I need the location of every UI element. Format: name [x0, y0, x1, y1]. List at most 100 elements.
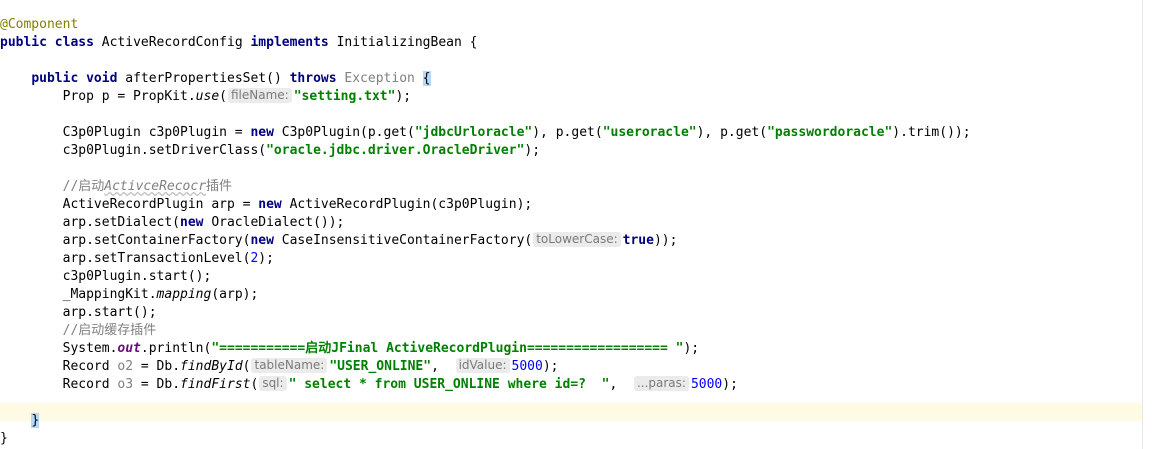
- code-line[interactable]: c3p0Plugin.setDriverClass("oracle.jdbc.d…: [0, 142, 971, 160]
- number-literal: 5000: [690, 377, 723, 392]
- unused-variable: o2: [117, 359, 134, 374]
- code-text: Record: [0, 359, 118, 374]
- code-text: );: [395, 89, 412, 104]
- static-method: mapping: [156, 287, 212, 302]
- code-text: = Db.: [133, 377, 181, 392]
- code-text: ,: [609, 377, 633, 392]
- code-line-blank[interactable]: [0, 160, 971, 178]
- code-line[interactable]: //启动ActivceRecocr插件: [0, 178, 971, 196]
- code-text: (: [219, 89, 227, 104]
- code-line[interactable]: ActiveRecordPlugin arp = new ActiveRecor…: [0, 196, 971, 214]
- string-literal: "===========: [211, 341, 306, 356]
- code-text: c3p0Plugin.start();: [0, 269, 212, 284]
- method-signature: afterPropertiesSet(): [117, 71, 290, 86]
- string-literal: " select * from USER_ONLINE where id=? ": [288, 377, 610, 392]
- parameter-hint: sql:: [259, 376, 287, 391]
- code-line[interactable]: public void afterPropertiesSet() throws …: [0, 70, 971, 88]
- keyword: new: [180, 215, 204, 230]
- right-margin-guide: [1142, 0, 1143, 449]
- code-line[interactable]: System.out.println("===========启动JFinal …: [0, 340, 971, 358]
- code-area[interactable]: @Component public class ActiveRecordConf…: [0, 16, 971, 448]
- code-line[interactable]: arp.setDialect(new OracleDialect());: [0, 214, 971, 232]
- matched-brace: }: [31, 413, 40, 428]
- code-text: );: [683, 341, 700, 356]
- code-text: arp.setContainerFactory(: [0, 233, 251, 248]
- code-line[interactable]: Record o3 = Db.findFirst(sql: " select * …: [0, 376, 971, 394]
- parameter-hint: fileName:: [227, 88, 292, 103]
- code-line[interactable]: C3p0Plugin c3p0Plugin = new C3p0Plugin(p…: [0, 124, 971, 142]
- code-text: }: [0, 431, 8, 446]
- keyword: class: [54, 35, 94, 50]
- keyword: public: [0, 35, 47, 50]
- code-line[interactable]: c3p0Plugin.start();: [0, 268, 971, 286]
- code-line[interactable]: _MappingKit.mapping(arp);: [0, 286, 971, 304]
- code-line[interactable]: }: [0, 430, 971, 448]
- matched-brace: {: [422, 71, 431, 86]
- code-text: OracleDialect());: [203, 215, 345, 230]
- code-text: ).trim());: [892, 125, 971, 140]
- string-literal: "jdbcUrloracle": [414, 125, 533, 140]
- code-line[interactable]: Prop p = PropKit.use(fileName: "setting.t…: [0, 88, 971, 106]
- keyword: new: [258, 197, 282, 212]
- number-literal: 5000: [511, 359, 543, 374]
- keyword: public: [31, 71, 79, 86]
- code-text: );: [258, 251, 274, 266]
- code-text: );: [542, 359, 559, 374]
- code-line-blank[interactable]: [0, 394, 971, 412]
- keyword: new: [250, 233, 274, 248]
- code-text: .println(: [140, 341, 212, 356]
- comment: //启动: [0, 179, 105, 194]
- parameter-hint: tableName:: [251, 358, 328, 373]
- code-line[interactable]: Record o2 = Db.findById(tableName: "USER_…: [0, 358, 971, 376]
- keyword: throws: [289, 71, 337, 86]
- code-text: ));: [653, 233, 678, 248]
- code-text: (: [250, 377, 259, 392]
- parameter-hint: ...paras:: [633, 376, 689, 391]
- code-text: C3p0Plugin c3p0Plugin =: [0, 125, 251, 140]
- code-text: Record: [0, 377, 118, 392]
- unused-variable: o3: [117, 377, 134, 392]
- parameter-hint: idValue:: [455, 358, 510, 373]
- code-line[interactable]: arp.setTransactionLevel(2);: [0, 250, 971, 268]
- interface-name: InitializingBean {: [328, 35, 478, 50]
- code-text: ), p.get(: [532, 125, 603, 140]
- parameter-hint: toLowerCase:: [533, 232, 621, 247]
- static-method: findById: [180, 359, 243, 374]
- static-field: out: [117, 341, 141, 356]
- class-name: ActiveRecordConfig: [93, 35, 251, 50]
- string-literal: JFinal ActiveRecordPlugin===============…: [331, 341, 684, 356]
- code-line[interactable]: //启动缓存插件: [0, 322, 971, 340]
- string-literal: "setting.txt": [293, 89, 396, 104]
- string-literal: "USER_ONLINE": [329, 359, 432, 374]
- code-line[interactable]: arp.start();: [0, 304, 971, 322]
- code-text: ,: [431, 359, 455, 374]
- code-text: = Db.: [133, 359, 181, 374]
- code-text: ), p.get(: [696, 125, 768, 140]
- code-text: );: [524, 143, 541, 158]
- code-line-blank[interactable]: [0, 52, 971, 70]
- static-method: findFirst: [180, 377, 251, 392]
- keyword: void: [86, 71, 118, 86]
- exception-name: Exception: [336, 71, 423, 86]
- code-text: arp.setTransactionLevel(: [0, 251, 251, 266]
- code-text: System.: [0, 341, 118, 356]
- keyword: true: [622, 233, 654, 248]
- code-line[interactable]: @Component: [0, 16, 971, 34]
- code-line-blank[interactable]: [0, 106, 971, 124]
- code-line[interactable]: public class ActiveRecordConfig implemen…: [0, 34, 971, 52]
- code-text: CaseInsensitiveContainerFactory(: [273, 233, 533, 248]
- code-text: (arp);: [211, 287, 259, 302]
- code-line[interactable]: arp.setContainerFactory(new CaseInsensit…: [0, 232, 971, 250]
- code-text: ActiveRecordPlugin arp =: [0, 197, 259, 212]
- code-text: c3p0Plugin.setDriverClass(: [0, 143, 267, 158]
- comment-typo: ActivceRecocr: [104, 179, 207, 194]
- code-text: );: [722, 377, 738, 392]
- code-editor[interactable]: @Component public class ActiveRecordConf…: [0, 0, 1152, 449]
- code-text: _MappingKit.: [0, 287, 157, 302]
- static-method: use: [195, 89, 220, 104]
- code-text: arp.start();: [0, 305, 157, 320]
- code-line-current[interactable]: }: [0, 412, 971, 430]
- code-text: arp.setDialect(: [0, 215, 181, 230]
